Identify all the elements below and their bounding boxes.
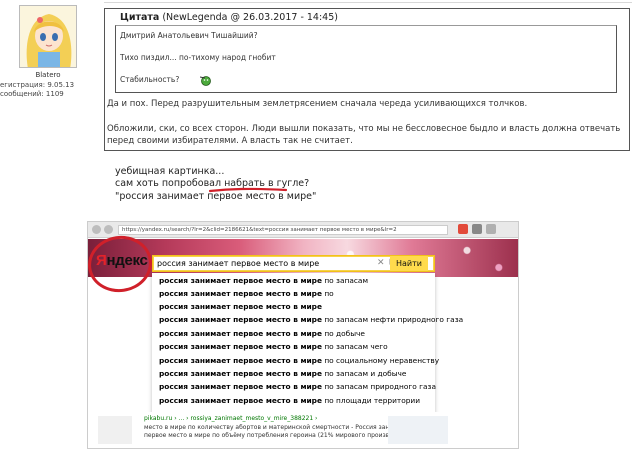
result-snippet-line: место в мире по количеству абортов и мат… <box>144 424 409 431</box>
extension-icon <box>458 224 468 234</box>
red-underline-mark <box>209 187 287 193</box>
suggestion-item[interactable]: россия занимает первое место в мире по з… <box>152 341 435 353</box>
quote-source[interactable]: (NewLegenda @ 26.03.2017 - 14:45) <box>162 12 338 23</box>
post-line: уебищная картинка... <box>115 166 225 177</box>
back-icon <box>92 225 101 234</box>
suggestion-item[interactable]: россия занимает первое место в мире по с… <box>152 355 439 367</box>
result-thumbnail <box>98 416 132 444</box>
username[interactable]: Blatero <box>20 71 76 79</box>
divider <box>104 2 632 3</box>
forward-icon <box>104 225 113 234</box>
registration-info: егистрация: 9.05.13 <box>0 81 74 89</box>
star-icon <box>472 224 482 234</box>
nested-quote: Дмитрий Анатольевич Тишайший? Тихо пизди… <box>115 25 617 93</box>
messages-label: сообщений: <box>0 90 44 98</box>
quote-block: Цитата (NewLegenda @ 26.03.2017 - 14:45)… <box>104 8 630 151</box>
registration-label: егистрация: <box>0 81 46 89</box>
find-button[interactable]: Найти <box>390 256 428 271</box>
suggestion-item[interactable]: россия занимает первое место в мире по з… <box>152 368 435 380</box>
quote-title: Цитата <box>120 12 160 23</box>
menu-icon <box>486 224 496 234</box>
search-results: pikabu.ru › ... › rossiya_zanimaet_mesto… <box>88 412 518 448</box>
suggestion-item[interactable]: россия занимает первое место в мире по п… <box>152 395 435 407</box>
smiley-icon <box>200 76 211 86</box>
suggestion-item[interactable]: россия занимает первое место в мире по з… <box>152 314 463 326</box>
avatar[interactable] <box>19 5 77 68</box>
result-url[interactable]: pikabu.ru › ... › rossiya_zanimaet_mesto… <box>144 415 317 422</box>
browser-bar: https://yandex.ru/search/?lr=2&clid=2186… <box>88 222 518 238</box>
quote-text-line: Обложили, ски, со всех сторон. Люди вышл… <box>107 124 621 134</box>
messages-info: сообщений: 1109 <box>0 90 64 98</box>
registration-date: 9.05.13 <box>47 81 75 89</box>
suggestion-item[interactable]: россия занимает первое место в мире по д… <box>152 328 435 340</box>
nested-quote-line: Тихо пиздил... по-тихому народ гнобит <box>120 53 276 62</box>
messages-count: 1109 <box>45 90 64 98</box>
suggestion-item[interactable]: россия занимает первое место в мире по <box>152 288 435 300</box>
nested-quote-line: Стабильность? <box>120 75 180 84</box>
address-bar: https://yandex.ru/search/?lr=2&clid=2186… <box>118 225 448 235</box>
clear-icon: ✕ <box>377 258 385 268</box>
nested-quote-line: Дмитрий Анатольевич Тишайший? <box>120 31 258 40</box>
suggestion-item[interactable]: россия занимает первое место в мире по з… <box>152 275 435 287</box>
quote-header: Цитата (NewLegenda @ 26.03.2017 - 14:45) <box>120 12 338 23</box>
suggestion-item[interactable]: россия занимает первое место в мире <box>152 301 435 313</box>
result-snippet-line: первое место в мире по объёму потреблени… <box>144 432 420 439</box>
result-side-panel <box>388 416 448 444</box>
quote-text-line: перед своими избирателями. А власть так … <box>107 136 353 146</box>
yandex-logo: Яндекс <box>96 252 148 269</box>
quote-text-line: Да и пох. Перед разрушительным землетряс… <box>107 99 528 109</box>
embedded-screenshot: https://yandex.ru/search/?lr=2&clid=2186… <box>87 221 519 449</box>
user-info: Blatero егистрация: 9.05.13 сообщений: 1… <box>0 0 92 449</box>
suggestion-item[interactable]: россия занимает первое место в мире по з… <box>152 381 436 393</box>
search-input[interactable] <box>153 256 393 271</box>
suggestions-list: россия занимает первое место в мире по з… <box>152 273 463 413</box>
